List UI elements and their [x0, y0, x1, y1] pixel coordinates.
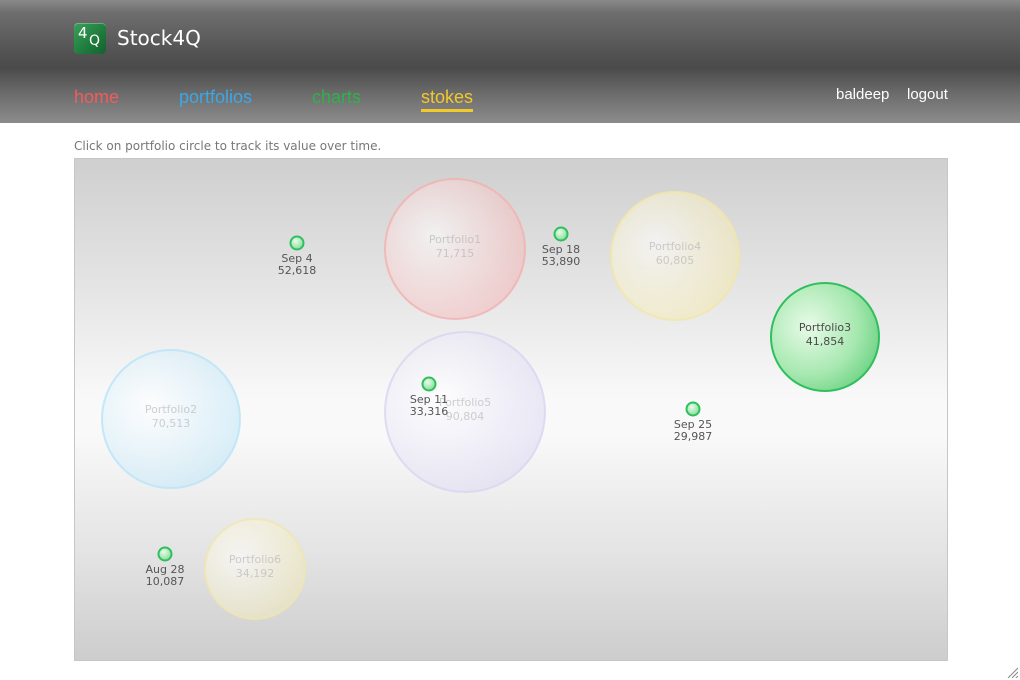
- portfolio-bubble-chart: Portfolio171,715Portfolio270,513Portfoli…: [101, 178, 880, 620]
- timeline-point-marker[interactable]: [685, 401, 701, 417]
- timeline-point-value: 53,890: [542, 255, 581, 268]
- portfolio-name: Portfolio2: [145, 403, 197, 416]
- portfolio-value: 60,805: [656, 254, 695, 267]
- nav-stokes[interactable]: stokes: [421, 87, 474, 112]
- portfolio-bubble-portfolio3[interactable]: Portfolio341,854: [770, 282, 880, 392]
- portfolio-value: 71,715: [436, 247, 475, 260]
- user-name-link[interactable]: baldeep: [836, 86, 889, 103]
- portfolio-chart-panel: Portfolio1 71,715 Portfolio2 70,513 Portfoli…: [74, 158, 948, 661]
- resize-grip-icon[interactable]: [1006, 666, 1018, 678]
- nav-charts[interactable]: charts: [312, 87, 361, 108]
- timeline-point[interactable]: Aug 2810,087: [146, 546, 185, 589]
- logo-mark-q: Q: [89, 33, 101, 49]
- portfolio-value: 41,854: [806, 335, 845, 348]
- timeline-point[interactable]: Sep 1853,890: [542, 226, 581, 269]
- logo-icon[interactable]: 4 Q: [74, 23, 106, 54]
- timeline-point-marker[interactable]: [289, 235, 305, 251]
- timeline-point[interactable]: Sep 452,618: [278, 235, 317, 278]
- nav-portfolios[interactable]: portfolios: [179, 87, 252, 108]
- portfolio-value: 34,192: [236, 567, 275, 580]
- portfolio-name: Portfolio6: [229, 553, 281, 566]
- portfolio-value: 90,804: [446, 410, 485, 423]
- timeline-point-marker[interactable]: [421, 376, 437, 392]
- timeline-point-value: 33,316: [410, 405, 449, 418]
- logo-mark-4: 4: [78, 24, 88, 42]
- portfolio-name: Portfolio4: [649, 240, 701, 253]
- header-bar: 4 Q Stock4Q home portfolios charts stoke…: [0, 0, 1020, 123]
- portfolio-bubble-portfolio4[interactable]: Portfolio460,805: [610, 191, 740, 321]
- portfolio-bubble-portfolio1[interactable]: Portfolio171,715: [384, 178, 526, 320]
- portfolio-bubble-portfolio2[interactable]: Portfolio270,513: [101, 349, 241, 489]
- portfolio-bubble-portfolio6[interactable]: Portfolio634,192: [204, 518, 306, 620]
- timeline-point-marker[interactable]: [157, 546, 173, 562]
- nav-home[interactable]: home: [74, 87, 119, 108]
- timeline-point-marker[interactable]: [553, 226, 569, 242]
- logout-link[interactable]: logout: [907, 86, 948, 103]
- portfolio-value: 70,513: [152, 417, 191, 430]
- timeline-point-value: 52,618: [278, 264, 317, 277]
- portfolio-name: Portfolio1: [429, 233, 481, 246]
- timeline-point-value: 29,987: [674, 430, 713, 443]
- timeline-point[interactable]: Sep 2529,987: [674, 401, 713, 444]
- app-title[interactable]: Stock4Q: [117, 26, 201, 50]
- portfolio-name: Portfolio3: [799, 321, 851, 334]
- instruction-text: Click on portfolio circle to track its v…: [74, 139, 382, 153]
- timeline-point-value: 10,087: [146, 575, 185, 588]
